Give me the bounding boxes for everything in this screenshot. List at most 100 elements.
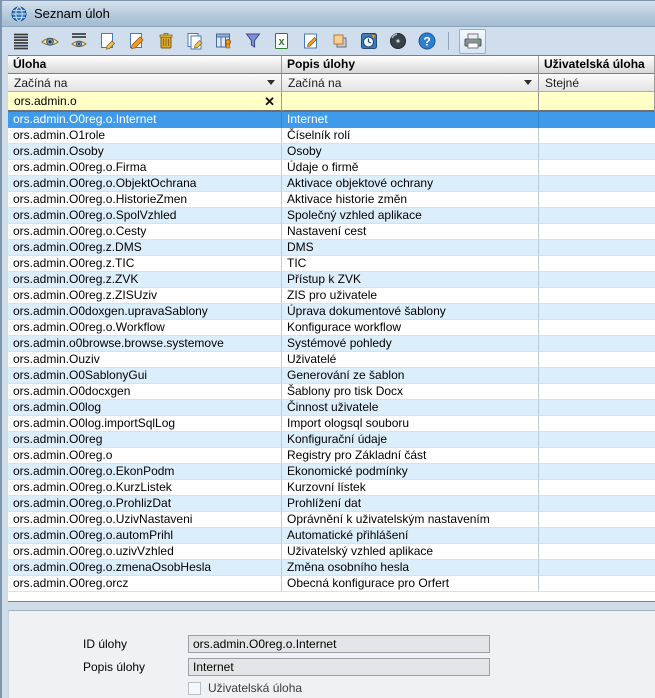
search-input-uzivatelska[interactable] [539, 92, 655, 112]
cell-uloha: ors.admin.O0reg.o.Workflow [8, 320, 282, 336]
table-row[interactable]: ors.admin.O0reg.o.Firma Údaje o firmě [8, 160, 655, 176]
table-row[interactable]: ors.admin.O0reg.o.Internet Internet [8, 112, 655, 128]
table-row[interactable]: ors.admin.O0docxgen Šablony pro tisk Doc… [8, 384, 655, 400]
table-row[interactable]: ors.admin.O0reg.o.SpolVzhled Společný vz… [8, 208, 655, 224]
cell-uzivatelska [539, 272, 655, 288]
table-row[interactable]: ors.admin.Ouziv Uživatelé [8, 352, 655, 368]
cell-uloha: ors.admin.O0reg.z.ZVK [8, 272, 282, 288]
cell-popis: TIC [282, 256, 539, 272]
grid-empty-area [8, 592, 655, 601]
table-row[interactable]: ors.admin.O0reg.z.TIC TIC [8, 256, 655, 272]
cell-uloha: ors.admin.O0log [8, 400, 282, 416]
table-row[interactable]: ors.admin.O0reg.z.ZVK Přístup k ZVK [8, 272, 655, 288]
history-icon[interactable] [358, 30, 380, 53]
cell-uloha: ors.admin.O0reg.o.ProhlizDat [8, 496, 282, 512]
table-row[interactable]: ors.admin.O0reg.z.ZISUziv ZIS pro uživat… [8, 288, 655, 304]
help-icon[interactable]: ? [416, 30, 438, 53]
svg-text:x: x [278, 36, 285, 48]
table-row[interactable]: ors.admin.O0SablonyGui Generování ze šab… [8, 368, 655, 384]
cell-uzivatelska [539, 448, 655, 464]
table-row[interactable]: ors.admin.O0reg.o.EkonPodm Ekonomické po… [8, 464, 655, 480]
list-icon[interactable] [10, 30, 32, 53]
search-input-uloha-value: ors.admin.o [14, 94, 77, 108]
cell-popis: DMS [282, 240, 539, 256]
cell-popis: Nastavení cest [282, 224, 539, 240]
table-row[interactable]: ors.admin.O0reg.o.zmenaOsobHesla Změna o… [8, 560, 655, 576]
edit-document-icon[interactable] [300, 30, 322, 53]
table-row[interactable]: ors.admin.O0reg.z.DMS DMS [8, 240, 655, 256]
column-header-popis[interactable]: Popis úlohy [282, 56, 539, 74]
table-settings-icon[interactable] [213, 30, 235, 53]
cell-uzivatelska [539, 512, 655, 528]
cell-popis: Systémové pohledy [282, 336, 539, 352]
cell-uzivatelska [539, 576, 655, 592]
view-list-icon[interactable] [68, 30, 90, 53]
table-row[interactable]: ors.admin.O0reg.o.ObjektOchrana Aktivace… [8, 176, 655, 192]
table-row[interactable]: ors.admin.O0doxgen.upravaSablony Úprava … [8, 304, 655, 320]
filter-combo-uloha-value: Začíná na [14, 76, 67, 90]
table-row[interactable]: ors.admin.O0reg.o.KurzListek Kurzovní lí… [8, 480, 655, 496]
copy-record-icon[interactable] [184, 30, 206, 53]
popis-ulohy-field[interactable] [188, 658, 490, 676]
table-row[interactable]: ors.admin.O0reg.o.automPrihl Automatické… [8, 528, 655, 544]
search-input-uloha[interactable]: ors.admin.o ✕ [8, 92, 282, 112]
view-icon[interactable] [39, 30, 61, 53]
link-icon[interactable] [329, 30, 351, 53]
new-record-icon[interactable] [97, 30, 119, 53]
task-grid: Úloha Popis úlohy Uživatelská úloha Začí… [8, 55, 655, 602]
table-row[interactable]: ors.admin.O0reg.o.ProhlizDat Prohlížení … [8, 496, 655, 512]
table-row[interactable]: ors.admin.O0reg.o.uzivVzhled Uživatelský… [8, 544, 655, 560]
table-row[interactable]: ors.admin.O0reg.o.UzivNastaveni Oprávněn… [8, 512, 655, 528]
disc-icon[interactable] [387, 30, 409, 53]
cell-popis: Aktivace historie změn [282, 192, 539, 208]
filter-combo-uloha[interactable]: Začíná na [8, 74, 282, 92]
search-input-popis[interactable] [282, 92, 539, 112]
filter-combo-popis[interactable]: Začíná na [282, 74, 539, 92]
table-row[interactable]: ors.admin.O0reg.orcz Obecná konfigurace … [8, 576, 655, 592]
excel-export-icon[interactable]: x [271, 30, 293, 53]
table-row[interactable]: ors.admin.O0log Činnost uživatele [8, 400, 655, 416]
filter-combo-uzivatelska[interactable]: Stejné [539, 74, 655, 92]
print-icon[interactable] [459, 29, 486, 54]
cell-popis: Aktivace objektové ochrany [282, 176, 539, 192]
cell-uloha: ors.admin.O0reg.o.Cesty [8, 224, 282, 240]
cell-uzivatelska [539, 304, 655, 320]
cell-popis: Uživatelé [282, 352, 539, 368]
cell-popis: Úprava dokumentové šablony [282, 304, 539, 320]
table-row[interactable]: ors.admin.o0browse.browse.systemove Syst… [8, 336, 655, 352]
clear-search-icon[interactable]: ✕ [264, 95, 275, 108]
cell-uloha: ors.admin.O0reg [8, 432, 282, 448]
cell-uzivatelska [539, 544, 655, 560]
detail-checkbox-row: Uživatelská úloha [188, 681, 302, 695]
edit-record-icon[interactable] [126, 30, 148, 53]
cell-popis: Konfigurační údaje [282, 432, 539, 448]
table-row[interactable]: ors.admin.O0log.importSqlLog Import olog… [8, 416, 655, 432]
cell-uloha: ors.admin.O1role [8, 128, 282, 144]
table-row[interactable]: ors.admin.O0reg.o.HistorieZmen Aktivace … [8, 192, 655, 208]
cell-popis: Generování ze šablon [282, 368, 539, 384]
grid-search-row: ors.admin.o ✕ [8, 92, 655, 112]
id-ulohy-field[interactable] [188, 635, 490, 653]
detail-panel: ID úlohy Popis úlohy Uživatelská úloha [8, 610, 655, 698]
delete-icon[interactable] [155, 30, 177, 53]
filter-icon[interactable] [242, 30, 264, 53]
cell-uzivatelska [539, 192, 655, 208]
cell-uzivatelska [539, 288, 655, 304]
detail-id-row: ID úlohy [83, 635, 490, 653]
table-row[interactable]: ors.admin.O0reg.o.Cesty Nastavení cest [8, 224, 655, 240]
cell-uzivatelska [539, 496, 655, 512]
column-header-uloha[interactable]: Úloha [8, 56, 282, 74]
cell-popis: Přístup k ZVK [282, 272, 539, 288]
toolbar-separator [448, 32, 449, 50]
cell-popis: Internet [282, 112, 539, 128]
table-row[interactable]: ors.admin.Osoby Osoby [8, 144, 655, 160]
table-row[interactable]: ors.admin.O1role Číselník rolí [8, 128, 655, 144]
column-header-uzivatelska[interactable]: Uživatelská úloha [539, 56, 655, 74]
cell-uzivatelska [539, 560, 655, 576]
cell-uzivatelska [539, 144, 655, 160]
table-row[interactable]: ors.admin.O0reg Konfigurační údaje [8, 432, 655, 448]
table-row[interactable]: ors.admin.O0reg.o Registry pro Základní … [8, 448, 655, 464]
table-row[interactable]: ors.admin.O0reg.o.Workflow Konfigurace w… [8, 320, 655, 336]
user-task-checkbox[interactable] [188, 682, 201, 695]
cell-uloha: ors.admin.O0reg.o [8, 448, 282, 464]
